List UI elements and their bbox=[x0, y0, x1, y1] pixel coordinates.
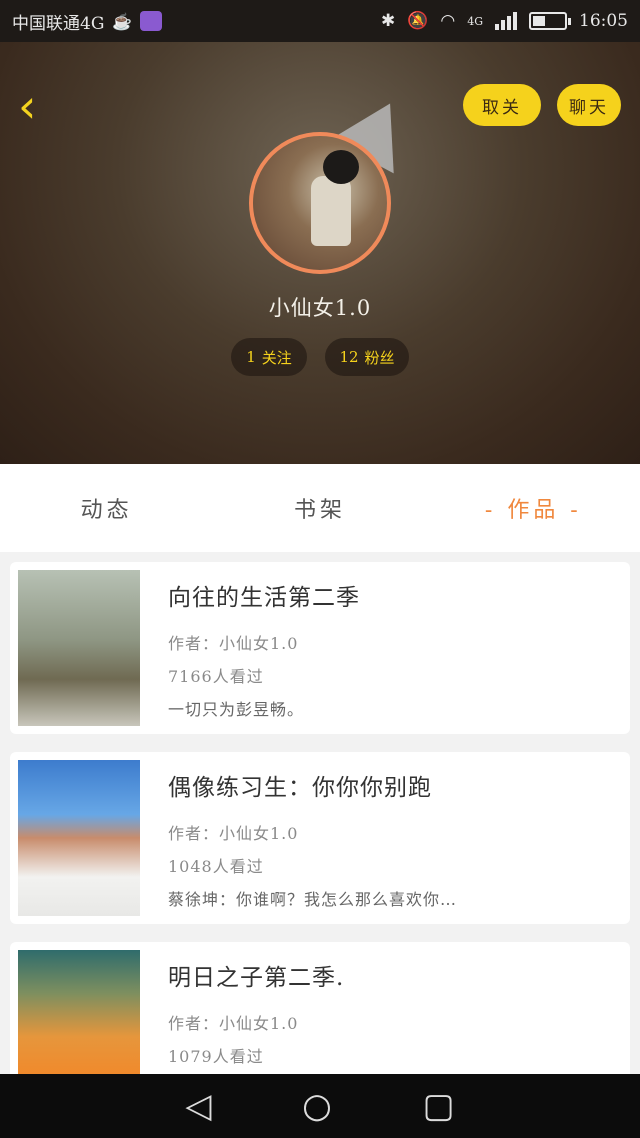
unfollow-button[interactable]: 取关 bbox=[463, 84, 541, 126]
work-title: 明日之子第二季. bbox=[168, 965, 345, 991]
carrier-label: 中国联通4G bbox=[12, 13, 105, 34]
chevron-left-icon: ‹ bbox=[18, 79, 37, 133]
battery-level bbox=[533, 16, 545, 26]
network-type-label: 4G bbox=[467, 14, 483, 28]
mute-icon: 🔕 bbox=[407, 11, 429, 31]
followers-count-button[interactable]: 12 粉丝 bbox=[325, 338, 409, 376]
avatar-figure bbox=[311, 176, 351, 246]
tab-activity[interactable]: 动态 bbox=[0, 464, 213, 552]
signal-icon bbox=[495, 12, 517, 30]
clock: 16:05 bbox=[579, 11, 628, 31]
work-views: 1048人看过 bbox=[168, 857, 264, 876]
work-summary: 蔡徐坤：你谁啊？我怎么那么喜欢你… bbox=[168, 890, 458, 909]
work-card[interactable]: 偶像练习生：你你你别跑 作者：小仙女1.0 1048人看过 蔡徐坤：你谁啊？我怎… bbox=[10, 752, 630, 924]
work-card[interactable]: 向往的生活第二季 作者：小仙女1.0 7166人看过 一切只为彭昱畅。 bbox=[10, 562, 630, 734]
profile-header: ‹ 取关 聊天 小仙女1.0 1 关注 12 粉丝 bbox=[0, 42, 640, 464]
work-cover-image bbox=[18, 570, 140, 726]
system-nav-bar: ◁ ○ ▢ bbox=[0, 1074, 640, 1138]
triangle-back-icon[interactable]: ◁ bbox=[185, 1086, 211, 1126]
following-count: 1 bbox=[246, 348, 256, 366]
work-cover-image bbox=[18, 760, 140, 916]
followers-count: 12 bbox=[339, 348, 359, 366]
bluetooth-icon: ✱ bbox=[380, 11, 396, 31]
avatar-head bbox=[323, 150, 359, 184]
circle-home-icon[interactable]: ○ bbox=[302, 1086, 332, 1126]
work-views: 7166人看过 bbox=[168, 667, 264, 686]
following-count-button[interactable]: 1 关注 bbox=[231, 338, 307, 376]
work-cover-image bbox=[18, 950, 140, 1074]
followers-label: 粉丝 bbox=[364, 348, 395, 367]
work-card[interactable]: 明日之子第二季. 作者：小仙女1.0 1079人看过 bbox=[10, 942, 630, 1074]
back-button[interactable]: ‹ bbox=[18, 83, 54, 130]
wifi-icon: ◠ bbox=[440, 11, 456, 31]
work-author: 作者：小仙女1.0 bbox=[168, 824, 299, 843]
work-title: 偶像练习生：你你你别跑 bbox=[168, 775, 432, 801]
gallery-app-icon bbox=[140, 11, 163, 31]
work-title: 向往的生活第二季 bbox=[168, 585, 360, 611]
username: 小仙女1.0 bbox=[268, 296, 372, 320]
work-summary: 一切只为彭昱畅。 bbox=[168, 700, 305, 719]
square-recents-icon[interactable]: ▢ bbox=[423, 1086, 455, 1126]
status-bar: 中国联通4G ☕ ✱ 🔕 ◠ 4G 16:05 bbox=[0, 0, 640, 42]
work-author: 作者：小仙女1.0 bbox=[168, 634, 299, 653]
avatar[interactable] bbox=[249, 132, 391, 274]
profile-tabs: 动态 书架 - 作品 - bbox=[0, 464, 640, 552]
work-views: 1079人看过 bbox=[168, 1047, 264, 1066]
tab-works[interactable]: - 作品 - bbox=[427, 464, 640, 552]
tab-bookshelf[interactable]: 书架 bbox=[213, 464, 426, 552]
battery-icon bbox=[529, 12, 571, 30]
following-label: 关注 bbox=[261, 348, 292, 367]
chat-button[interactable]: 聊天 bbox=[557, 84, 621, 126]
work-author: 作者：小仙女1.0 bbox=[168, 1014, 299, 1033]
notification-app-icon: ☕ bbox=[112, 11, 133, 31]
